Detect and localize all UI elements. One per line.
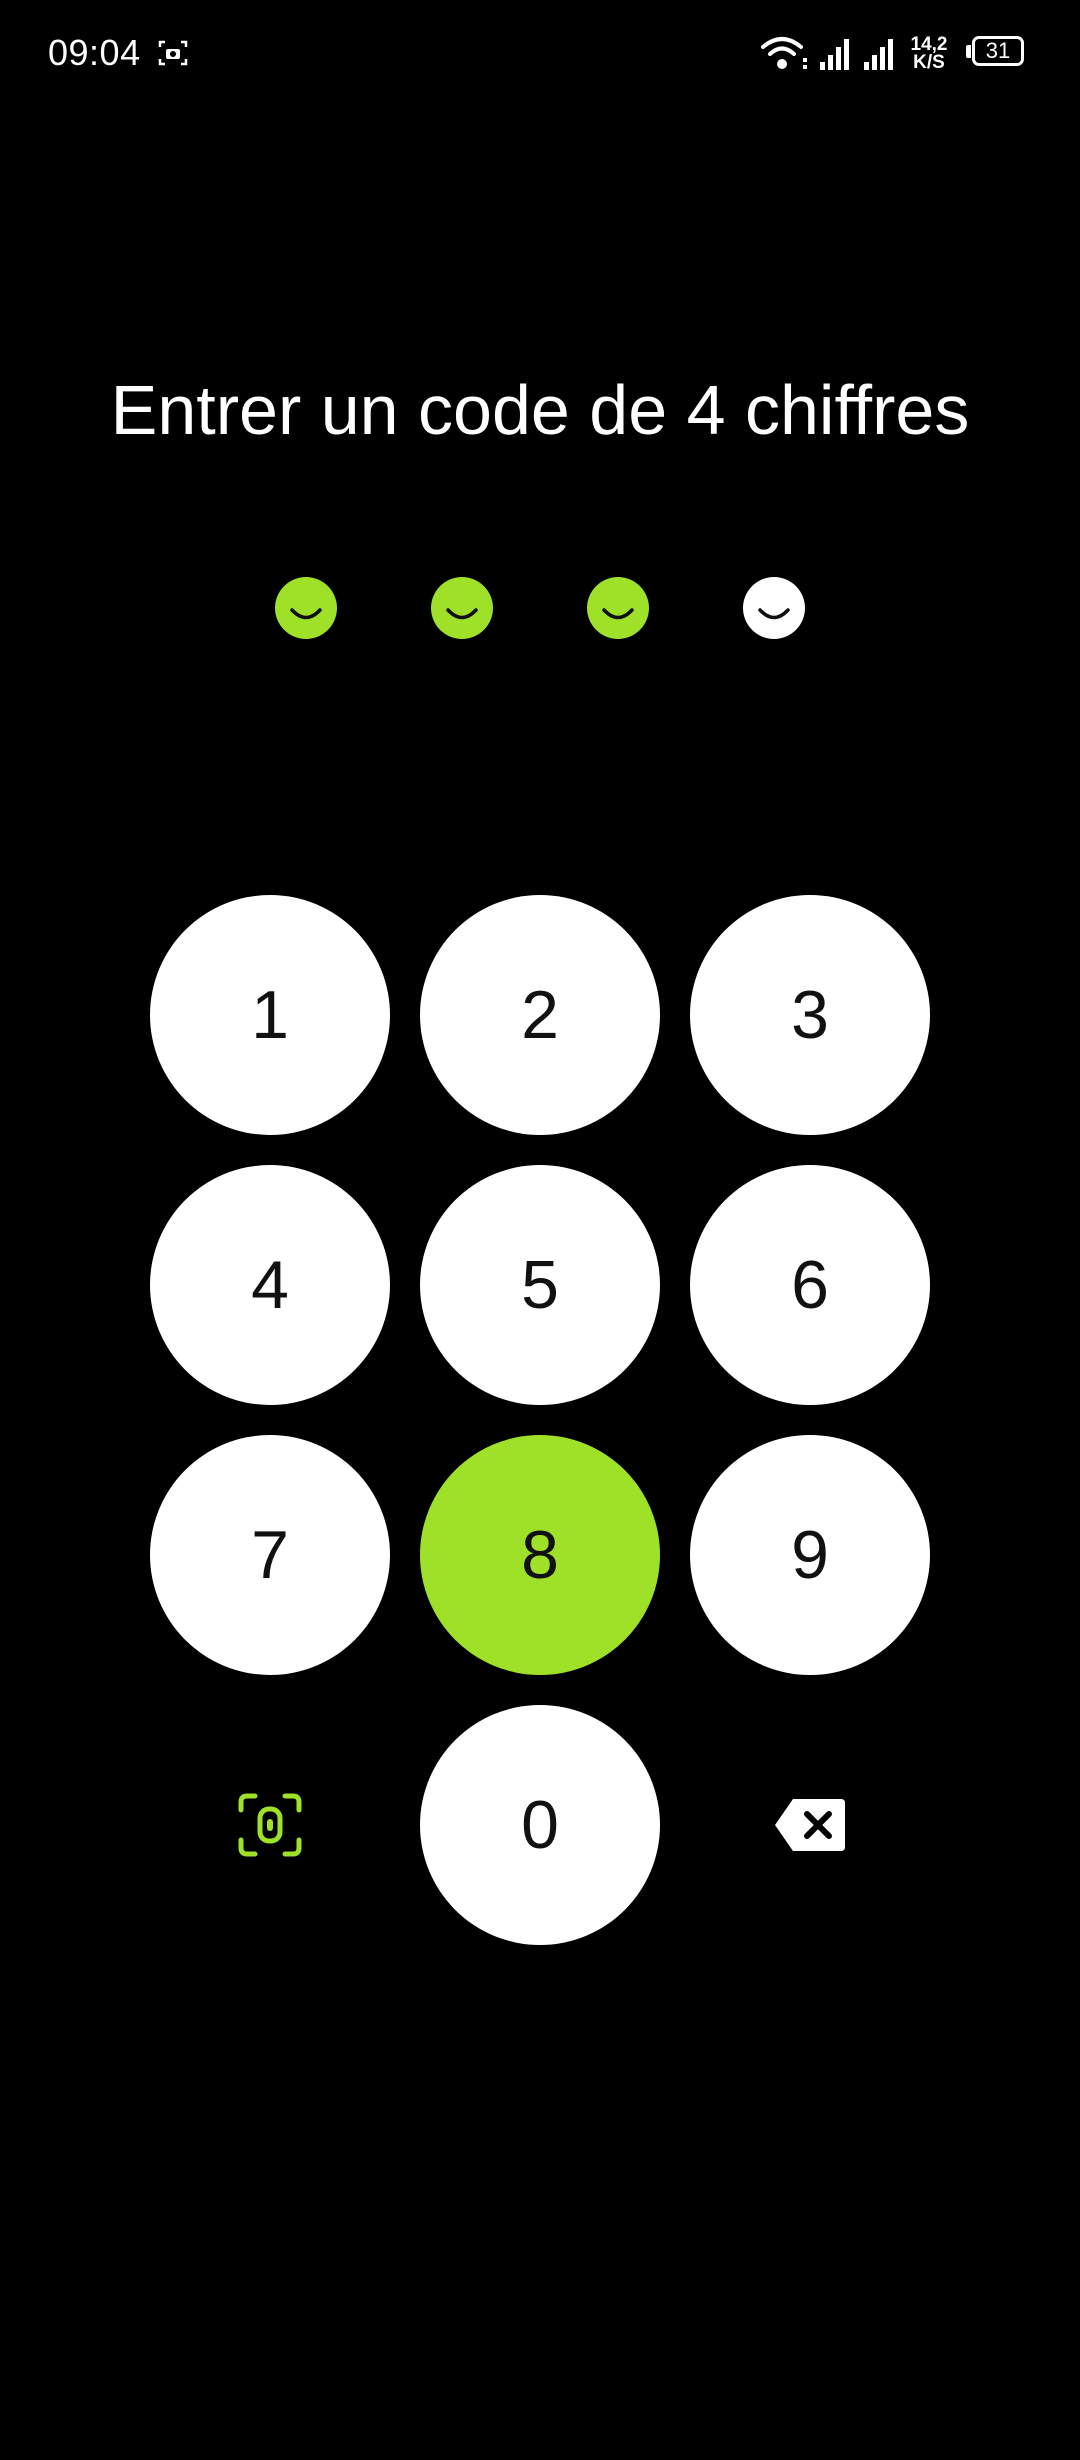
status-time: 09:04 [48, 32, 141, 73]
pin-dot-empty [743, 577, 805, 639]
battery-level: 31 [972, 36, 1024, 66]
pin-dot-filled [431, 577, 493, 639]
backspace-button[interactable] [690, 1705, 930, 1945]
key-3[interactable]: 3 [690, 895, 930, 1135]
signal-icon [820, 39, 849, 70]
page-title: Entrer un code de 4 chiffres [110, 371, 970, 449]
key-4[interactable]: 4 [150, 1165, 390, 1405]
backspace-icon [775, 1799, 845, 1851]
battery-icon: 31 [966, 36, 1030, 70]
face-id-icon [238, 1793, 302, 1857]
pin-dot-filled [587, 577, 649, 639]
key-8[interactable]: 8 [420, 1435, 660, 1675]
key-1[interactable]: 1 [150, 895, 390, 1135]
pin-dot-filled [275, 577, 337, 639]
status-bar: 09:04 14,2 K/S 31 [0, 0, 1080, 110]
key-6[interactable]: 6 [690, 1165, 930, 1405]
network-speed: 14,2 K/S [906, 35, 952, 73]
key-2[interactable]: 2 [420, 895, 660, 1135]
key-9[interactable]: 9 [690, 1435, 930, 1675]
network-speed-unit: K/S [913, 52, 945, 73]
key-7[interactable]: 7 [150, 1435, 390, 1675]
key-0[interactable]: 0 [420, 1705, 660, 1945]
face-id-button[interactable] [150, 1705, 390, 1945]
key-5[interactable]: 5 [420, 1165, 660, 1405]
wifi-icon [761, 37, 807, 69]
screenshot-icon [158, 40, 188, 66]
signal-icon [864, 39, 893, 70]
